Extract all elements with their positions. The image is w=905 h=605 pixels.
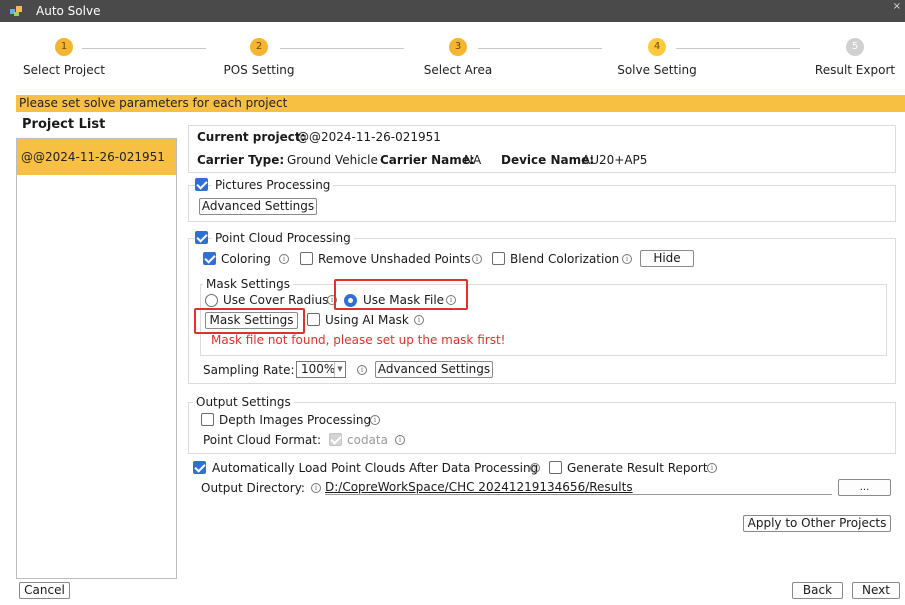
- pictures-advanced-settings-button[interactable]: Advanced Settings: [199, 198, 317, 215]
- project-list-item[interactable]: @@2024-11-26-021951: [17, 139, 176, 175]
- blend-colorization-checkbox[interactable]: [492, 252, 505, 265]
- mask-error-message: Mask file not found, please set up the m…: [211, 333, 506, 347]
- output-directory-label: Output Directory:: [201, 481, 305, 495]
- step-number: 4: [648, 38, 666, 56]
- carrier-name-value: NA: [464, 153, 482, 167]
- depth-images-label: Depth Images Processing: [219, 413, 372, 427]
- coloring-checkbox[interactable]: [203, 252, 216, 265]
- wizard-steps: 1 Select Project 2 POS Setting 3 Select …: [0, 22, 905, 92]
- using-ai-mask-checkbox[interactable]: [307, 313, 320, 326]
- cancel-button[interactable]: Cancel: [19, 582, 70, 599]
- device-name-value: AU20+AP5: [582, 153, 648, 167]
- info-icon[interactable]: i: [279, 254, 289, 264]
- step-number: 2: [250, 38, 268, 56]
- step-label: Result Export: [814, 63, 896, 77]
- auto-load-checkbox[interactable]: [193, 461, 206, 474]
- next-button[interactable]: Next: [852, 582, 900, 599]
- info-icon[interactable]: i: [622, 254, 632, 264]
- browse-button[interactable]: ...: [838, 479, 891, 496]
- close-icon[interactable]: ×: [893, 1, 901, 12]
- hide-button[interactable]: Hide: [640, 250, 694, 267]
- info-icon[interactable]: i: [414, 315, 424, 325]
- use-cover-radius-radio[interactable]: [205, 294, 218, 307]
- window-title: Auto Solve: [36, 4, 101, 18]
- info-icon[interactable]: i: [370, 415, 380, 425]
- step-result-export: 5 Result Export: [810, 38, 900, 77]
- use-cover-radius-label: Use Cover Radius: [223, 293, 329, 307]
- generate-report-label: Generate Result Report: [567, 461, 708, 475]
- step-label: Select Area: [423, 63, 493, 77]
- auto-load-label: Automatically Load Point Clouds After Da…: [212, 461, 539, 475]
- step-pos-setting: 2 POS Setting: [214, 38, 304, 77]
- project-list-title: Project List: [22, 117, 106, 132]
- remove-unshaded-label: Remove Unshaded Points: [318, 252, 471, 266]
- app-icon: [10, 6, 22, 16]
- using-ai-mask-label: Using AI Mask: [325, 313, 409, 327]
- current-project-value: @@2024-11-26-021951: [297, 130, 441, 144]
- generate-report-checkbox[interactable]: [549, 461, 562, 474]
- sampling-rate-select[interactable]: 100% ▼: [296, 361, 346, 378]
- sampling-rate-value: 100%: [301, 362, 336, 376]
- output-directory-value: D:/CopreWorkSpace/CHC 20241219134656/Res…: [325, 480, 633, 494]
- point-cloud-format-label: Point Cloud Format:: [203, 433, 322, 447]
- step-number: 5: [846, 38, 864, 56]
- use-mask-file-label: Use Mask File: [363, 293, 445, 307]
- info-icon[interactable]: i: [446, 295, 456, 305]
- step-number: 1: [55, 38, 73, 56]
- mask-settings-button[interactable]: Mask Settings: [205, 312, 298, 329]
- sampling-rate-label: Sampling Rate:: [203, 363, 295, 377]
- carrier-type-value: Ground Vehicle: [287, 153, 378, 167]
- blend-colorization-label: Blend Colorization: [510, 252, 620, 266]
- point-cloud-advanced-settings-button[interactable]: Advanced Settings: [375, 361, 493, 378]
- pictures-processing-label: Pictures Processing: [212, 178, 334, 192]
- step-select-area: 3 Select Area: [418, 38, 498, 77]
- info-icon[interactable]: i: [472, 254, 482, 264]
- info-icon[interactable]: i: [530, 463, 540, 473]
- instruction-banner: Please set solve parameters for each pro…: [16, 95, 905, 112]
- step-label: Solve Setting: [617, 63, 697, 77]
- device-name-label: Device Name:: [501, 153, 595, 167]
- chevron-down-icon: ▼: [334, 362, 345, 377]
- remove-unshaded-checkbox[interactable]: [300, 252, 313, 265]
- output-settings-title: Output Settings: [193, 395, 294, 409]
- apply-to-other-projects-button[interactable]: Apply to Other Projects: [743, 515, 891, 532]
- point-cloud-processing-checkbox[interactable]: [195, 231, 208, 244]
- codata-label: codata: [347, 433, 388, 447]
- point-cloud-processing-label: Point Cloud Processing: [212, 231, 354, 245]
- step-label: POS Setting: [223, 63, 295, 77]
- current-project-label: Current project:: [197, 130, 306, 144]
- mask-settings-title: Mask Settings: [203, 277, 293, 291]
- step-label: Select Project: [23, 63, 105, 77]
- step-select-project: 1 Select Project: [21, 38, 107, 77]
- step-solve-setting: 4 Solve Setting: [614, 38, 700, 77]
- info-icon[interactable]: i: [707, 463, 717, 473]
- output-directory-input[interactable]: D:/CopreWorkSpace/CHC 20241219134656/Res…: [325, 480, 832, 495]
- codata-checkbox: [329, 433, 342, 446]
- info-icon[interactable]: i: [311, 483, 321, 493]
- coloring-label: Coloring: [221, 252, 271, 266]
- carrier-name-label: Carrier Name:: [380, 153, 475, 167]
- pictures-processing-checkbox[interactable]: [195, 178, 208, 191]
- project-list: @@2024-11-26-021951: [16, 138, 177, 579]
- title-bar: Auto Solve ×: [0, 0, 905, 22]
- carrier-type-label: Carrier Type:: [197, 153, 285, 167]
- info-icon[interactable]: i: [357, 365, 367, 375]
- use-mask-file-radio[interactable]: [344, 294, 357, 307]
- step-number: 3: [449, 38, 467, 56]
- back-button[interactable]: Back: [792, 582, 843, 599]
- info-icon[interactable]: i: [395, 435, 405, 445]
- depth-images-checkbox[interactable]: [201, 413, 214, 426]
